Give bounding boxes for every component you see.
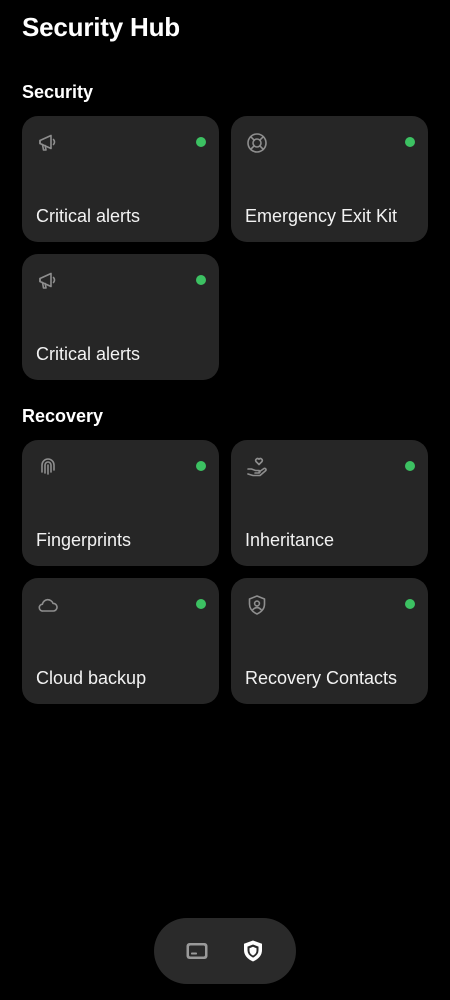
status-dot — [196, 137, 206, 147]
megaphone-icon — [35, 268, 61, 294]
card-icon — [184, 938, 210, 964]
card-emergency-exit-kit[interactable]: Emergency Exit Kit — [231, 116, 428, 242]
status-dot — [405, 599, 415, 609]
card-label: Critical alerts — [36, 344, 141, 364]
section-title-recovery: Recovery — [22, 406, 104, 426]
card-cloud-backup[interactable]: Cloud backup — [22, 578, 219, 704]
hand-heart-icon — [244, 454, 270, 480]
section-title-security: Security — [22, 82, 94, 102]
page-title: Security Hub — [22, 12, 180, 42]
status-dot — [196, 275, 206, 285]
lifebuoy-icon — [244, 130, 270, 156]
megaphone-icon — [35, 130, 61, 156]
security-grid: Critical alerts Emergency Exit Kit Criti… — [22, 116, 428, 380]
status-dot — [405, 137, 415, 147]
card-recovery-contacts[interactable]: Recovery Contacts — [231, 578, 428, 704]
card-label: Emergency Exit Kit — [245, 206, 398, 226]
fingerprint-icon — [35, 454, 61, 480]
shield-user-icon — [244, 592, 270, 618]
card-fingerprints[interactable]: Fingerprints — [22, 440, 219, 566]
card-label: Cloud backup — [36, 668, 147, 688]
card-label: Fingerprints — [36, 530, 132, 550]
card-label: Recovery Contacts — [245, 668, 398, 688]
status-dot — [196, 599, 206, 609]
recovery-grid: Fingerprints Inheritance Cloud backup Re… — [22, 440, 428, 704]
status-dot — [196, 461, 206, 471]
cloud-icon — [35, 592, 61, 618]
shield-icon — [240, 938, 266, 964]
status-dot — [405, 461, 415, 471]
card-label: Critical alerts — [36, 206, 141, 226]
bottom-nav — [154, 918, 296, 984]
card-critical-alerts[interactable]: Critical alerts — [22, 254, 219, 380]
nav-security-button[interactable] — [240, 938, 266, 964]
card-label: Inheritance — [245, 530, 335, 550]
nav-cards-button[interactable] — [184, 938, 210, 964]
card-critical-alerts[interactable]: Critical alerts — [22, 116, 219, 242]
card-inheritance[interactable]: Inheritance — [231, 440, 428, 566]
